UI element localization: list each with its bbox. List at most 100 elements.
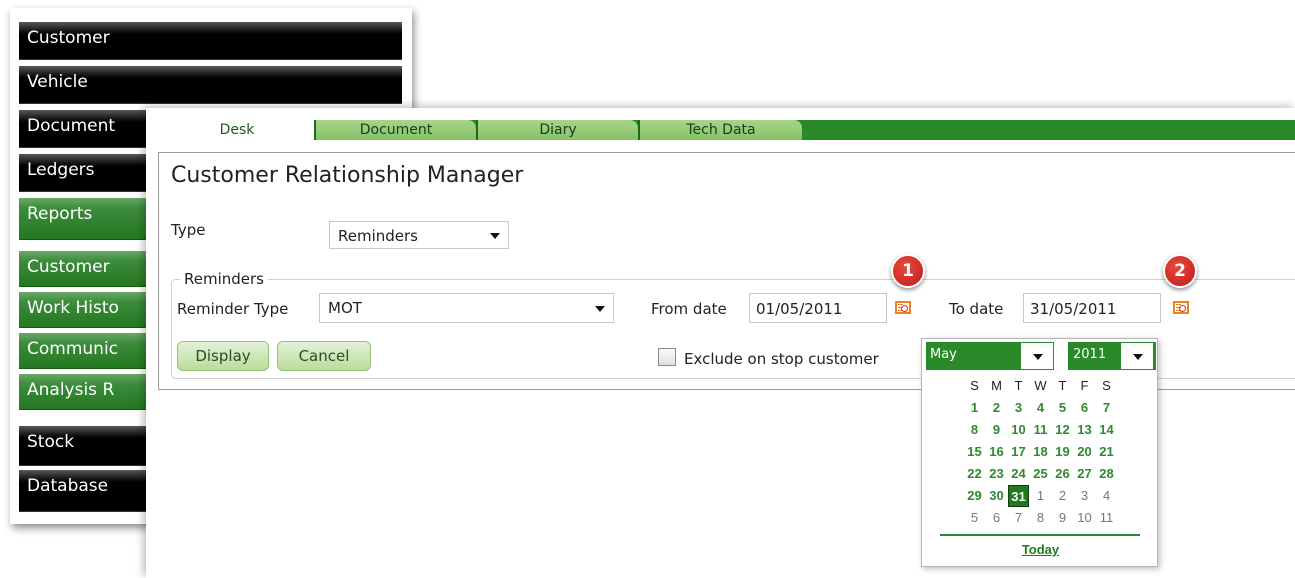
sidebar-item-label: Customer	[27, 257, 110, 277]
calendar-day[interactable]: 16	[986, 441, 1007, 463]
calendar-week-row: 8 9 10 11 12 13 14	[922, 419, 1159, 441]
weekday-header: T	[1014, 378, 1023, 393]
today-link[interactable]: Today	[922, 542, 1159, 557]
tab-tech-data[interactable]: Tech Data	[638, 120, 802, 140]
sidebar-item-label: Stock	[27, 432, 75, 452]
tab-label: Desk	[219, 122, 255, 138]
tab-label: Tech Data	[686, 122, 756, 138]
calendar-day[interactable]: 20	[1074, 441, 1095, 463]
type-label: Type	[171, 221, 206, 239]
weekday-header: T	[1058, 378, 1067, 393]
step-badge-1: 1	[891, 254, 925, 288]
reminder-type-value: MOT	[328, 299, 362, 317]
calendar-day[interactable]: 27	[1074, 463, 1095, 485]
calendar-day[interactable]: 11	[1096, 507, 1117, 529]
weekday-header: F	[1080, 378, 1089, 393]
tab-label: Document	[359, 122, 433, 138]
type-select-value: Reminders	[338, 227, 418, 245]
calendar-day[interactable]: 2	[986, 397, 1007, 419]
calendar-day[interactable]: 18	[1030, 441, 1051, 463]
cancel-button[interactable]: Cancel	[277, 341, 371, 371]
chevron-down-icon	[490, 233, 500, 239]
sidebar-item-label: Analysis R	[27, 380, 115, 400]
tab-document[interactable]: Document	[314, 120, 476, 140]
sidebar-item-label: Document	[27, 116, 116, 136]
weekday-header: S	[970, 378, 979, 393]
calendar-day-selected[interactable]: 31	[1008, 485, 1029, 507]
tab-bar: Desk Document Diary Tech Data	[160, 120, 1295, 144]
tab-label: Diary	[539, 122, 577, 138]
to-date-value: 31/05/2011	[1030, 300, 1117, 318]
calendar-day[interactable]: 5	[964, 507, 985, 529]
calendar-day[interactable]: 25	[1030, 463, 1051, 485]
calendar-day[interactable]: 26	[1052, 463, 1073, 485]
calendar-day[interactable]: 4	[1096, 485, 1117, 507]
exclude-stop-customer-label: Exclude on stop customer	[684, 350, 879, 368]
calendar-day[interactable]: 7	[1008, 507, 1029, 529]
calendar-icon[interactable]	[1173, 301, 1189, 314]
calendar-day[interactable]: 9	[986, 419, 1007, 441]
calendar-day[interactable]: 6	[986, 507, 1007, 529]
chevron-down-icon	[1020, 342, 1054, 370]
calendar-day[interactable]: 28	[1096, 463, 1117, 485]
calendar-day[interactable]: 1	[1030, 485, 1051, 507]
calendar-day[interactable]: 22	[964, 463, 985, 485]
calendar-week-row: 5 6 7 8 9 10 11	[922, 507, 1159, 529]
display-button[interactable]: Display	[177, 341, 269, 371]
sidebar-item-label: Reports	[27, 204, 93, 224]
calendar-day[interactable]: 7	[1096, 397, 1117, 419]
calendar-icon[interactable]	[895, 301, 911, 314]
year-select-value: 2011	[1073, 347, 1107, 362]
sidebar-item-label: Ledgers	[27, 160, 95, 180]
calendar-day[interactable]: 8	[1030, 507, 1051, 529]
from-date-input[interactable]: 01/05/2011	[749, 293, 887, 323]
tab-desk[interactable]: Desk	[160, 120, 314, 144]
calendar-day[interactable]: 21	[1096, 441, 1117, 463]
sidebar-item-label: Customer	[27, 28, 110, 48]
calendar-day[interactable]: 4	[1030, 397, 1051, 419]
exclude-stop-customer-checkbox[interactable]	[658, 348, 676, 366]
calendar-day[interactable]: 14	[1096, 419, 1117, 441]
year-select[interactable]: 2011	[1068, 342, 1156, 370]
to-date-input[interactable]: 31/05/2011	[1023, 293, 1161, 323]
calendar-day[interactable]: 29	[964, 485, 985, 507]
calendar-day[interactable]: 30	[986, 485, 1007, 507]
calendar-day[interactable]: 2	[1052, 485, 1073, 507]
page-title: Customer Relationship Manager	[171, 163, 524, 188]
calendar-day[interactable]: 3	[1074, 485, 1095, 507]
weekday-header: W	[1034, 378, 1047, 393]
sidebar-item-vehicle[interactable]: Vehicle	[19, 66, 402, 104]
from-date-label: From date	[651, 300, 727, 318]
reminders-legend: Reminders	[180, 270, 268, 288]
from-date-value: 01/05/2011	[756, 300, 843, 318]
month-select[interactable]: May	[926, 342, 1054, 370]
calendar-day[interactable]: 1	[964, 397, 985, 419]
calendar-day[interactable]: 5	[1052, 397, 1073, 419]
calendar-day[interactable]: 8	[964, 419, 985, 441]
sidebar-item-label: Communic	[27, 339, 119, 359]
tab-diary[interactable]: Diary	[476, 120, 638, 140]
calendar-day[interactable]: 13	[1074, 419, 1095, 441]
calendar-day[interactable]: 10	[1008, 419, 1029, 441]
calendar-day[interactable]: 10	[1074, 507, 1095, 529]
chevron-down-icon	[1120, 342, 1154, 370]
calendar-grid: S M T W T F S 1 2 3 4 5 6 7 8 9 10 11 12 13 14 15 16 17 18 19 20 21…	[922, 375, 1159, 529]
calendar-day[interactable]: 3	[1008, 397, 1029, 419]
weekday-header-row: SMTWTFS	[922, 375, 1159, 397]
calendar-day[interactable]: 6	[1074, 397, 1095, 419]
reminder-type-select[interactable]: MOT	[319, 293, 614, 323]
calendar-day[interactable]: 23	[986, 463, 1007, 485]
month-select-value: May	[930, 347, 957, 362]
type-select[interactable]: Reminders	[329, 221, 509, 249]
calendar-day[interactable]: 11	[1030, 419, 1051, 441]
chevron-down-icon	[595, 306, 605, 312]
calendar-day[interactable]: 19	[1052, 441, 1073, 463]
calendar-day[interactable]: 15	[964, 441, 985, 463]
calendar-day[interactable]: 12	[1052, 419, 1073, 441]
calendar-day[interactable]: 17	[1008, 441, 1029, 463]
calendar-day[interactable]: 9	[1052, 507, 1073, 529]
weekday-header: S	[1102, 378, 1111, 393]
sidebar-item-label: Vehicle	[27, 72, 88, 92]
sidebar-item-customer[interactable]: Customer	[19, 22, 402, 60]
calendar-day[interactable]: 24	[1008, 463, 1029, 485]
